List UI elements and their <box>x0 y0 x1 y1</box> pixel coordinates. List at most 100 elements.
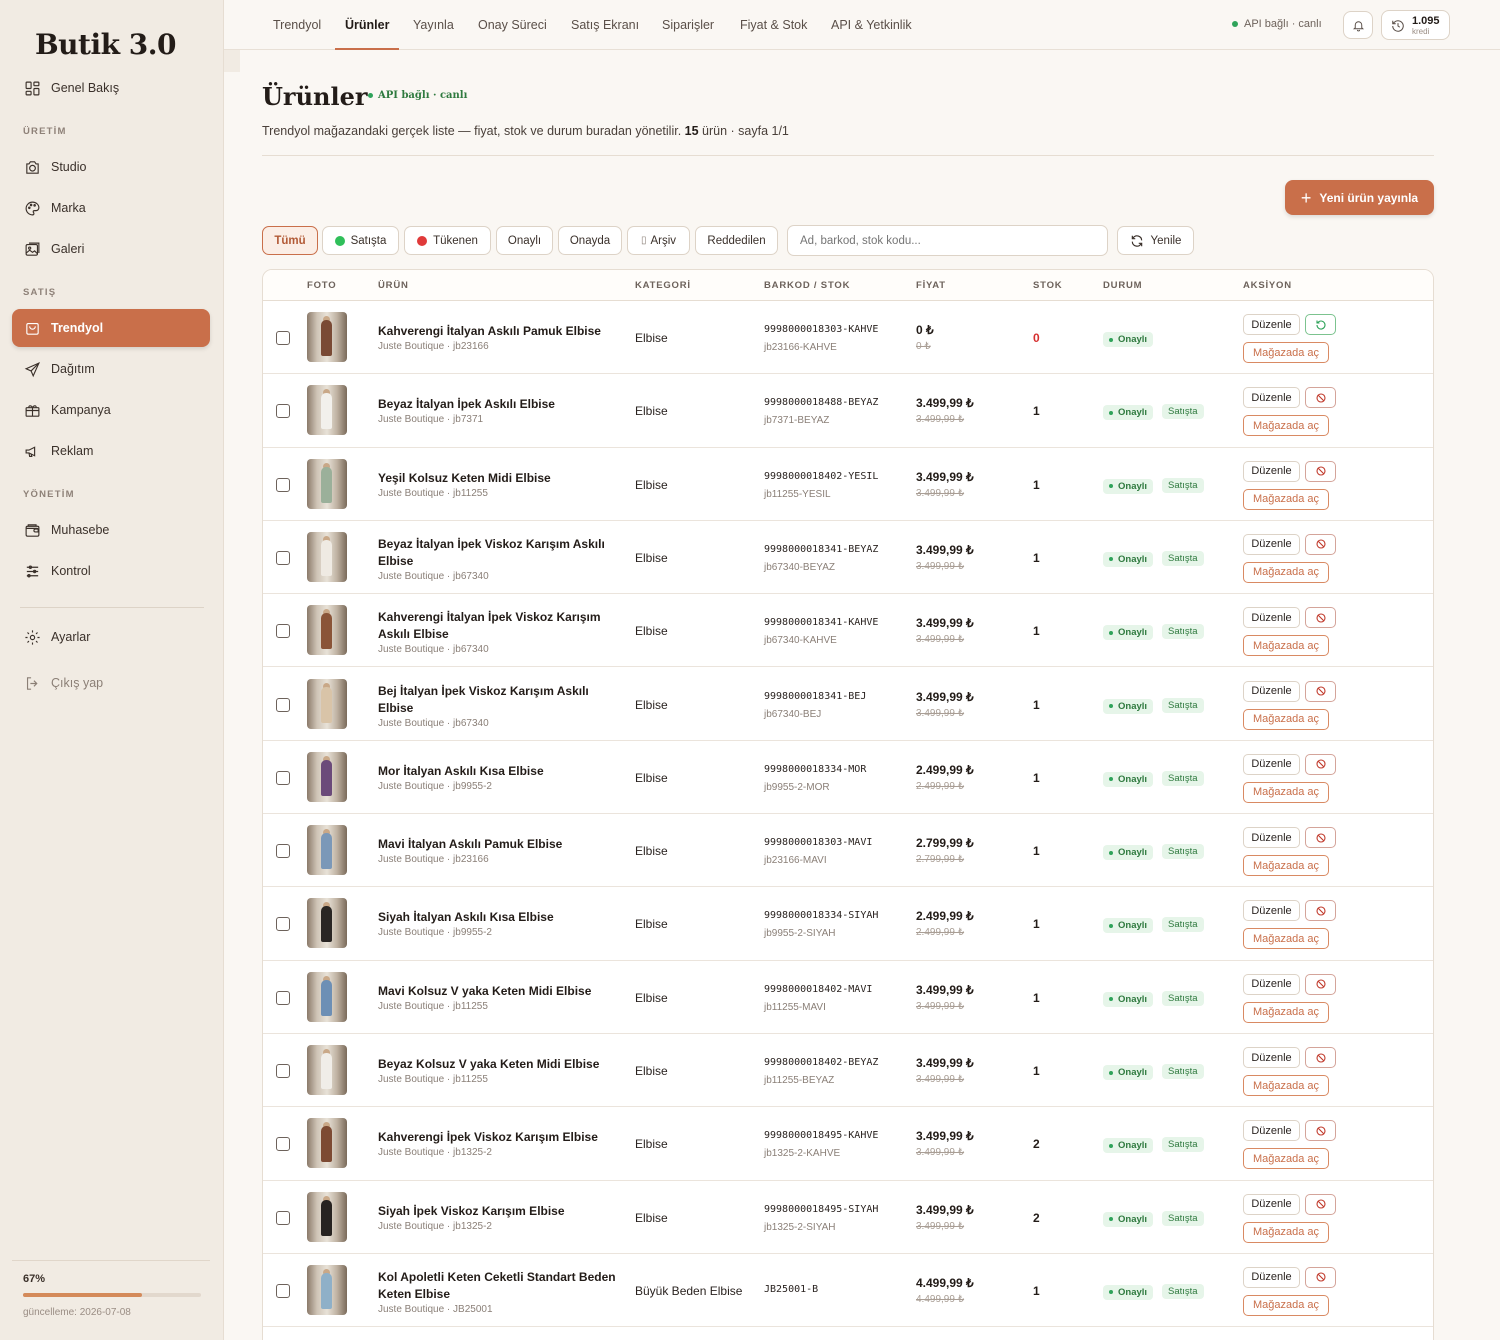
tab-products[interactable]: Ürünler <box>334 0 401 50</box>
sidebar-item-ads[interactable]: Reklam <box>12 432 210 470</box>
product-thumbnail[interactable] <box>307 898 347 949</box>
deactivate-button[interactable] <box>1305 827 1336 849</box>
open-in-store-button[interactable]: Mağazada aç <box>1243 1148 1329 1170</box>
product-thumbnail[interactable] <box>307 1191 347 1242</box>
row-checkbox[interactable] <box>276 550 290 565</box>
row-checkbox[interactable] <box>276 990 290 1005</box>
open-in-store-button[interactable]: Mağazada aç <box>1243 928 1329 950</box>
deactivate-button[interactable] <box>1305 1266 1336 1288</box>
open-in-store-button[interactable]: Mağazada aç <box>1243 488 1329 510</box>
row-checkbox[interactable] <box>276 404 290 419</box>
sidebar-item-control[interactable]: Kontrol <box>12 552 210 590</box>
open-in-store-button[interactable]: Mağazada aç <box>1243 781 1329 803</box>
open-in-store-button[interactable]: Mağazada aç <box>1243 1294 1329 1316</box>
deactivate-button[interactable] <box>1305 1120 1336 1142</box>
open-in-store-button[interactable]: Mağazada aç <box>1243 561 1329 583</box>
product-thumbnail[interactable] <box>307 825 347 876</box>
product-thumbnail[interactable] <box>307 458 347 509</box>
product-name[interactable]: Beyaz Kolsuz V yaka Keten Midi Elbise <box>378 1056 618 1073</box>
product-thumbnail[interactable] <box>307 678 347 729</box>
deactivate-button[interactable] <box>1305 533 1336 555</box>
row-checkbox[interactable] <box>276 1137 290 1152</box>
tab-sales-screen[interactable]: Satış Ekranı <box>571 0 639 50</box>
sidebar-item-gallery[interactable]: Galeri <box>12 230 210 268</box>
edit-button[interactable]: Düzenle <box>1243 1120 1300 1142</box>
edit-button[interactable]: Düzenle <box>1243 1193 1300 1215</box>
open-in-store-button[interactable]: Mağazada aç <box>1243 1075 1329 1096</box>
sidebar-item-trendyol[interactable]: Trendyol <box>12 309 210 347</box>
tab-price-stock[interactable]: Fiyat & Stok <box>740 0 807 50</box>
deactivate-button[interactable] <box>1305 460 1336 482</box>
deactivate-button[interactable] <box>1305 900 1336 922</box>
row-checkbox[interactable] <box>276 1064 290 1078</box>
edit-button[interactable]: Düzenle <box>1243 973 1300 995</box>
edit-button[interactable]: Düzenle <box>1243 680 1300 702</box>
open-in-store-button[interactable]: Mağazada aç <box>1243 415 1329 437</box>
row-checkbox[interactable] <box>276 917 290 932</box>
filter-archive[interactable]: ▯ Arşiv <box>627 226 690 255</box>
notifications-button[interactable] <box>1343 11 1373 39</box>
deactivate-button[interactable] <box>1305 753 1336 775</box>
product-thumbnail[interactable] <box>307 971 347 1022</box>
edit-button[interactable]: Düzenle <box>1243 753 1300 775</box>
open-in-store-button[interactable]: Mağazada aç <box>1243 855 1329 877</box>
sidebar-item-settings[interactable]: Ayarlar <box>12 618 210 656</box>
row-checkbox[interactable] <box>276 624 290 639</box>
sidebar-item-overview[interactable]: Genel Bakış <box>12 69 210 107</box>
sidebar-item-accounting[interactable]: Muhasebe <box>12 511 210 549</box>
open-in-store-button[interactable]: Mağazada aç <box>1243 1221 1329 1243</box>
filter-pending[interactable]: Onayda <box>558 226 622 255</box>
row-checkbox[interactable] <box>276 1210 290 1225</box>
edit-button[interactable]: Düzenle <box>1243 314 1300 335</box>
row-checkbox[interactable] <box>276 844 290 859</box>
publish-new-product-button[interactable]: + Yeni ürün yayınla <box>1285 180 1434 215</box>
edit-button[interactable]: Düzenle <box>1243 460 1300 482</box>
product-name[interactable]: Kahverengi İtalyan İpek Viskoz Karışım A… <box>378 609 618 643</box>
credits-button[interactable]: 1.095 kredi <box>1381 10 1450 40</box>
sidebar-item-logout[interactable]: Çıkış yap <box>12 664 210 702</box>
tab-trendyol[interactable]: Trendyol <box>273 0 321 50</box>
refresh-button[interactable]: Yenile <box>1117 226 1194 255</box>
edit-button[interactable]: Düzenle <box>1243 827 1300 849</box>
product-thumbnail[interactable] <box>307 1264 347 1315</box>
sidebar-item-studio[interactable]: Studio <box>12 148 210 186</box>
row-checkbox[interactable] <box>276 1283 290 1298</box>
deactivate-button[interactable] <box>1305 1047 1336 1068</box>
product-thumbnail[interactable] <box>307 1118 347 1169</box>
sidebar-item-distribution[interactable]: Dağıtım <box>12 350 210 388</box>
product-name[interactable]: Beyaz İtalyan İpek Askılı Elbise <box>378 396 618 413</box>
filter-out-of-stock[interactable]: Tükenen <box>404 226 491 255</box>
search-input[interactable] <box>787 225 1108 256</box>
filter-rejected[interactable]: Reddedilen <box>695 226 778 255</box>
tab-orders[interactable]: Siparişler <box>662 0 714 50</box>
product-thumbnail[interactable] <box>307 385 347 436</box>
product-name[interactable]: Mavi İtalyan Askılı Pamuk Elbise <box>378 836 618 853</box>
product-name[interactable]: Siyah İpek Viskoz Karışım Elbise <box>378 1203 618 1220</box>
edit-button[interactable]: Düzenle <box>1243 533 1300 555</box>
product-name[interactable]: Mavi Kolsuz V yaka Keten Midi Elbise <box>378 983 618 1000</box>
product-thumbnail[interactable] <box>307 751 347 802</box>
deactivate-button[interactable] <box>1305 1193 1336 1215</box>
app-logo[interactable]: Butik 3.0 <box>35 28 176 61</box>
open-in-store-button[interactable]: Mağazada aç <box>1243 1001 1329 1023</box>
row-checkbox[interactable] <box>276 770 290 785</box>
row-checkbox[interactable] <box>276 331 290 345</box>
deactivate-button[interactable] <box>1305 387 1336 409</box>
open-in-store-button[interactable]: Mağazada aç <box>1243 342 1329 363</box>
deactivate-button[interactable] <box>1305 680 1336 702</box>
product-thumbnail[interactable] <box>307 605 347 656</box>
open-in-store-button[interactable]: Mağazada aç <box>1243 708 1329 730</box>
tab-approval[interactable]: Onay Süreci <box>478 0 547 50</box>
product-thumbnail[interactable] <box>307 1045 347 1095</box>
deactivate-button[interactable] <box>1305 973 1336 995</box>
product-name[interactable]: Kol Apoletli Keten Ceketli Standart Bede… <box>378 1269 618 1303</box>
filter-all[interactable]: Tümü <box>262 226 318 255</box>
product-name[interactable]: Mor İtalyan Askılı Kısa Elbise <box>378 763 618 780</box>
open-in-store-button[interactable]: Mağazada aç <box>1243 635 1329 657</box>
filter-on-sale[interactable]: Satışta <box>322 226 399 255</box>
deactivate-button[interactable] <box>1305 607 1336 629</box>
sidebar-item-brand[interactable]: Marka <box>12 189 210 227</box>
tab-api[interactable]: API & Yetkinlik <box>831 0 912 50</box>
edit-button[interactable]: Düzenle <box>1243 1047 1300 1068</box>
row-checkbox[interactable] <box>276 697 290 712</box>
